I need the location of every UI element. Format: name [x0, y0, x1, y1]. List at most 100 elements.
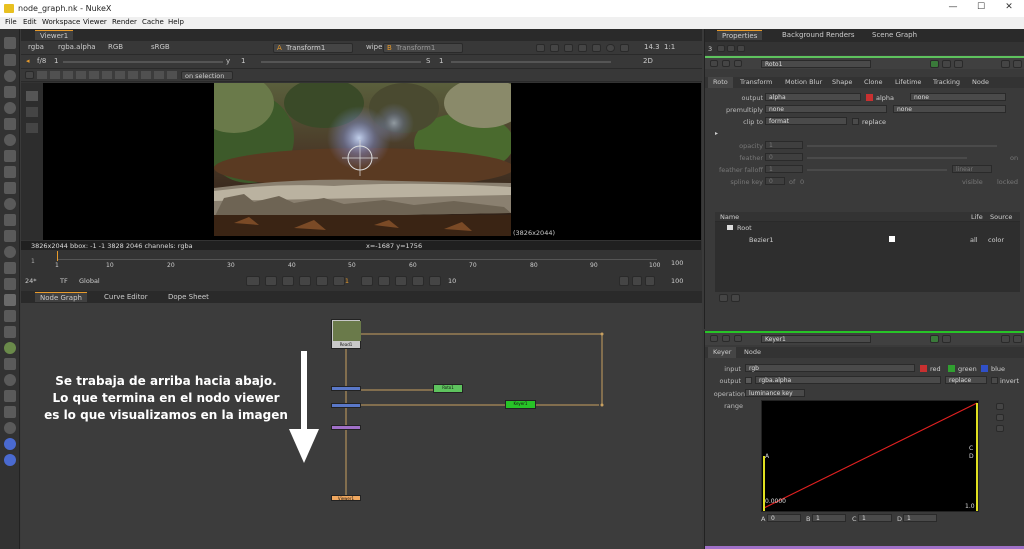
display-mode-select[interactable]: RGB: [108, 43, 123, 51]
input-b-select[interactable]: B Transform1: [383, 43, 463, 53]
3d-tool-icon[interactable]: [4, 182, 16, 194]
zoom-select[interactable]: 14.3: [644, 43, 660, 51]
prev-keyframe-button[interactable]: [282, 276, 294, 286]
particles-tool-icon[interactable]: [4, 246, 16, 258]
gizmo-tool-icon[interactable]: [4, 342, 16, 354]
output-channel-select[interactable]: rgba.alpha: [755, 376, 941, 384]
close-button[interactable]: ✕: [996, 2, 1022, 15]
flipbook-icon[interactable]: [619, 276, 629, 286]
lock-panel-icon[interactable]: [717, 45, 725, 52]
deep-tool-icon[interactable]: [4, 214, 16, 226]
remove-curve-button[interactable]: [731, 294, 740, 302]
fstop-value[interactable]: f/8: [37, 57, 46, 65]
gain-icon[interactable]: ◂: [26, 57, 30, 65]
roto-node-name[interactable]: Roto1: [761, 60, 871, 68]
subtab-lifetime[interactable]: Lifetime: [890, 77, 926, 88]
camera-tool-icon[interactable]: [4, 406, 16, 418]
proxy-select[interactable]: 1:1: [664, 43, 675, 51]
dot-node-right[interactable]: [600, 403, 604, 407]
menu-workspace[interactable]: Workspace: [42, 18, 80, 26]
increment-icon[interactable]: [429, 276, 441, 286]
channel-tool-icon[interactable]: [4, 86, 16, 98]
a-field[interactable]: 0: [767, 514, 801, 522]
float-panel-icon[interactable]: [737, 45, 745, 52]
prev-frame-button[interactable]: [316, 276, 328, 286]
merge-node-2[interactable]: [331, 403, 361, 408]
roto-toolbar[interactable]: [37, 71, 177, 79]
tab-curve-editor[interactable]: Curve Editor: [99, 292, 153, 302]
globe-tool-icon[interactable]: [4, 422, 16, 434]
settings-icon[interactable]: [25, 71, 34, 79]
cara-tool-icon[interactable]: [4, 326, 16, 338]
draw-tool-icon[interactable]: [4, 54, 16, 66]
input-select[interactable]: rgb: [745, 364, 915, 372]
gain-slider[interactable]: [63, 61, 223, 63]
range-icon[interactable]: [645, 276, 655, 286]
audio-icon[interactable]: [632, 276, 642, 286]
c-field[interactable]: 1: [858, 514, 892, 522]
b-field[interactable]: 1: [812, 514, 846, 522]
revert-icon[interactable]: [942, 60, 951, 68]
node-color-icon[interactable]: [722, 60, 730, 67]
red-checkbox[interactable]: [920, 365, 927, 372]
merge-tool-icon[interactable]: [4, 150, 16, 162]
menu-edit[interactable]: Edit: [23, 18, 37, 26]
premultiply-select[interactable]: none: [765, 105, 887, 113]
bezier-tool-icon[interactable]: [26, 107, 38, 117]
alpha-channel-select[interactable]: none: [910, 93, 1006, 101]
views-tool-icon[interactable]: [4, 198, 16, 210]
subtab-keyer-node[interactable]: Node: [739, 347, 766, 358]
input-a-select[interactable]: A Transform1: [273, 43, 353, 53]
panel-count[interactable]: 3: [708, 45, 712, 53]
current-frame[interactable]: 1: [339, 277, 355, 285]
play-forward-button[interactable]: [361, 276, 373, 286]
keyer-node[interactable]: Keyer1: [505, 400, 536, 409]
output-checkbox[interactable]: [745, 377, 752, 384]
lens-tool-icon[interactable]: [4, 374, 16, 386]
subtab-clone[interactable]: Clone: [859, 77, 887, 88]
nuke-tool-icon[interactable]: [4, 438, 16, 450]
tab-properties[interactable]: Properties: [717, 30, 763, 40]
viewer-node[interactable]: Viewer1: [331, 495, 361, 501]
python-tool-icon[interactable]: [4, 454, 16, 466]
subtab-motion-blur[interactable]: Motion Blur: [780, 77, 827, 88]
metadata-tool-icon[interactable]: [4, 230, 16, 242]
view-mode-select[interactable]: 2D: [643, 57, 653, 65]
playhead[interactable]: [57, 251, 58, 261]
keyer-color-icon[interactable]: [722, 335, 730, 342]
timeline-ruler[interactable]: 1 10 20 30 40 50 60 70 80 90 100: [55, 251, 660, 271]
viewer-canvas[interactable]: (3826x2044): [21, 83, 701, 240]
output-mode-select[interactable]: replace: [945, 376, 987, 384]
timeline-end[interactable]: 100: [671, 259, 683, 267]
bezier-color-swatch[interactable]: [889, 236, 895, 242]
subtab-transform[interactable]: Transform: [735, 77, 777, 88]
node-help-icon[interactable]: [710, 60, 718, 67]
wipe-select[interactable]: wipe: [366, 43, 382, 51]
brush-tool-icon[interactable]: [26, 123, 38, 133]
time-tool-icon[interactable]: [4, 70, 16, 82]
tree-bezier[interactable]: Bezier1: [749, 236, 773, 244]
clear-panels-icon[interactable]: [727, 45, 735, 52]
saturation-slider[interactable]: [451, 61, 611, 63]
range-zoom-icon[interactable]: [996, 403, 1004, 410]
first-frame-button[interactable]: [265, 276, 277, 286]
capture-icon[interactable]: [620, 44, 629, 52]
frame-increment[interactable]: 10: [448, 277, 456, 285]
tab-background-renders[interactable]: Background Renders: [777, 30, 860, 40]
overlay-icon[interactable]: [550, 44, 559, 52]
read-node[interactable]: Read1: [331, 319, 361, 349]
range-fit-icon[interactable]: [996, 425, 1004, 432]
tab-viewer1[interactable]: Viewer1: [35, 30, 74, 40]
colorspace-select[interactable]: sRGB: [151, 43, 170, 51]
opacity-field[interactable]: 1: [765, 141, 803, 149]
refresh-icon[interactable]: [606, 44, 615, 52]
gamma-value[interactable]: 1: [241, 57, 245, 65]
tab-dope-sheet[interactable]: Dope Sheet: [163, 292, 214, 302]
minimize-button[interactable]: —: [940, 2, 966, 15]
filter-tool-icon[interactable]: [4, 118, 16, 130]
merge-node-1[interactable]: [331, 386, 361, 391]
output-select[interactable]: alpha: [765, 93, 861, 101]
keyer-close-icon[interactable]: [1013, 335, 1022, 343]
subtab-shape[interactable]: Shape: [827, 77, 857, 88]
channels-select[interactable]: rgba: [28, 43, 44, 51]
